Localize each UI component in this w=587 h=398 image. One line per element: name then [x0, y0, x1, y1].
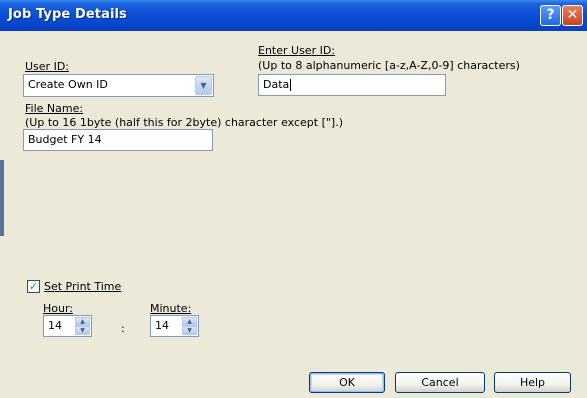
close-button[interactable]: ✕: [562, 5, 583, 26]
user-id-combobox[interactable]: Create Own ID ▼: [23, 74, 214, 97]
hour-spin-buttons: ▲ ▼: [75, 317, 90, 335]
file-name-value: Budget FY 14: [28, 133, 102, 146]
enter-user-id-hint: (Up to 8 alphanumeric [a-z,A-Z,0-9] char…: [258, 59, 520, 72]
enter-user-id-label: Enter User ID:: [258, 44, 336, 57]
minute-spin-buttons: ▲ ▼: [182, 317, 197, 335]
hour-label: Hour:: [43, 302, 74, 315]
set-print-time-checkbox[interactable]: ✓: [27, 280, 40, 293]
user-id-selected-value: Create Own ID: [28, 78, 108, 91]
help-icon: ?: [546, 7, 555, 23]
spin-up-icon[interactable]: ▲: [75, 317, 90, 326]
enter-user-id-input[interactable]: Data: [258, 74, 446, 96]
chevron-down-icon[interactable]: ▼: [195, 76, 212, 95]
user-id-label: User ID:: [25, 60, 69, 73]
minute-label: Minute:: [150, 302, 192, 315]
cancel-button[interactable]: Cancel: [395, 372, 485, 393]
hour-value: 14: [48, 319, 62, 332]
time-separator: :: [121, 322, 125, 335]
minute-value: 14: [155, 319, 169, 332]
help-button[interactable]: Help: [494, 372, 571, 393]
file-name-input[interactable]: Budget FY 14: [23, 129, 213, 151]
spin-down-icon[interactable]: ▼: [75, 326, 90, 335]
set-print-time-label[interactable]: Set Print Time: [44, 280, 121, 293]
file-name-label: File Name:: [25, 102, 84, 115]
help-title-button[interactable]: ?: [540, 5, 561, 26]
background-window-edge: [0, 160, 4, 236]
window-title: Job Type Details: [8, 7, 127, 22]
ok-button[interactable]: OK: [309, 372, 385, 393]
checkmark-icon: ✓: [28, 280, 39, 293]
spin-down-icon[interactable]: ▼: [182, 326, 197, 335]
enter-user-id-value: Data: [263, 78, 290, 91]
close-icon: ✕: [566, 7, 579, 23]
spin-up-icon[interactable]: ▲: [182, 317, 197, 326]
title-bar[interactable]: Job Type Details ? ✕: [0, 0, 587, 31]
minute-spinner[interactable]: 14 ▲ ▼: [150, 315, 199, 337]
text-caret: [290, 79, 292, 91]
hour-spinner[interactable]: 14 ▲ ▼: [43, 315, 92, 337]
job-type-details-dialog: Job Type Details ? ✕ User ID: Create Own…: [0, 0, 587, 398]
file-name-hint: (Up to 16 1byte (half this for 2byte) ch…: [25, 116, 344, 129]
